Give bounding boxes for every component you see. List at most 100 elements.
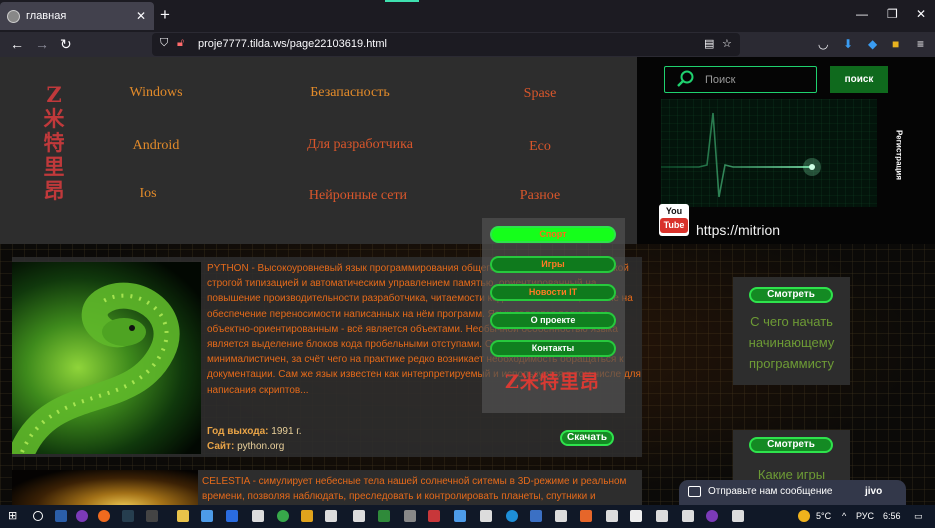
app-icon[interactable] <box>301 510 313 522</box>
word-icon[interactable] <box>226 510 238 522</box>
browser-tab-bar: главная ✕ + — ❐ ✕ <box>0 0 935 32</box>
notifications-icon[interactable]: ▭ <box>914 511 923 522</box>
menu-item-about[interactable]: О проекте <box>490 312 616 329</box>
nav-space[interactable]: Spase <box>500 86 580 102</box>
right-panel: поиск Регистрация You Tube <box>637 57 935 244</box>
vk-icon[interactable] <box>530 510 542 522</box>
pocket-icon[interactable]: ◡ <box>818 37 828 51</box>
site-header: Z米特里昂 Windows Безапасность Spase Android… <box>0 57 637 244</box>
registration-link[interactable]: Регистрация <box>891 125 907 185</box>
reload-icon[interactable]: ↻ <box>60 36 72 52</box>
download-icon[interactable]: ⬇ <box>843 37 853 51</box>
nav-ios[interactable]: Ios <box>112 186 184 202</box>
nav-windows[interactable]: Windows <box>112 85 200 101</box>
youtube-logo-icon[interactable]: You Tube <box>659 204 689 236</box>
nav-android[interactable]: Android <box>112 138 200 154</box>
side-card-title[interactable]: С чего начать начинающему программисту <box>733 311 850 374</box>
app-icon[interactable] <box>580 510 592 522</box>
browser-nav-bar: ← → ↻ ⛉ 🔓︎ proje7777.tilda.ws/page221036… <box>0 32 935 57</box>
tray-chevron-icon[interactable]: ^ <box>842 511 846 521</box>
menu-item-it-news[interactable]: Новости IT <box>490 284 616 301</box>
dropdown-logo: Z米特里昂 <box>505 371 600 393</box>
new-tab-button[interactable]: + <box>160 6 170 24</box>
browser-icon[interactable] <box>706 510 718 522</box>
clock[interactable]: 6:56 <box>883 511 901 521</box>
site-logo[interactable]: Z米特里昂 <box>38 83 70 203</box>
skype-icon[interactable] <box>506 510 518 522</box>
python-snake-image <box>12 262 201 454</box>
app-icon[interactable] <box>428 510 440 522</box>
reader-view-icon[interactable]: ▤ <box>704 37 714 50</box>
article-card-celestia: CELESTIA - симулирует небесные тела наше… <box>12 470 642 505</box>
file-icon[interactable] <box>555 510 567 522</box>
chrome-icon[interactable] <box>277 510 289 522</box>
nav-misc[interactable]: Разное <box>500 188 580 204</box>
windows-start-icon[interactable]: ⊞ <box>8 509 20 522</box>
search-box[interactable] <box>664 66 817 93</box>
watch-button[interactable]: Смотреть <box>749 287 833 303</box>
tilda-favicon-icon <box>7 9 20 23</box>
firefox-icon[interactable] <box>98 510 110 522</box>
menu-item-contacts[interactable]: Контакты <box>490 340 616 357</box>
file-icon[interactable] <box>656 510 668 522</box>
search-input[interactable] <box>705 70 810 89</box>
nav-eco[interactable]: Eco <box>500 139 580 155</box>
web-page: Z米特里昂 Windows Безапасность Spase Android… <box>0 57 935 505</box>
file-icon[interactable] <box>353 510 365 522</box>
download-button[interactable]: Скачать <box>560 430 614 446</box>
lock-insecure-icon[interactable]: 🔓︎ <box>177 37 184 50</box>
jivo-chat-widget[interactable]: Отправьте нам сообщение jivo <box>679 480 906 505</box>
app-icon[interactable] <box>454 510 466 522</box>
weather-temp[interactable]: 5°C <box>816 511 831 521</box>
close-window-button[interactable]: ✕ <box>916 7 926 21</box>
address-bar[interactable]: ⛉ 🔓︎ proje7777.tilda.ws/page22103619.htm… <box>152 33 740 56</box>
menu-icon[interactable]: ≡ <box>917 37 924 51</box>
menu-item-sport[interactable]: Спорт <box>490 226 616 243</box>
extension-bird-icon[interactable]: ◆ <box>868 37 877 51</box>
app-icon[interactable] <box>630 510 642 522</box>
youtube-link[interactable]: https://mitrion <box>696 222 780 238</box>
menu-item-games[interactable]: Игры <box>490 256 616 273</box>
nav-neural-networks[interactable]: Нейронные сети <box>290 188 426 204</box>
watch-button[interactable]: Смотреть <box>749 437 833 453</box>
excel-icon[interactable] <box>378 510 390 522</box>
search-icon[interactable] <box>33 511 43 521</box>
extension-flag-icon[interactable]: ■ <box>892 37 899 51</box>
maximize-button[interactable]: ❐ <box>887 7 898 21</box>
folder-icon[interactable] <box>177 510 189 522</box>
file-icon[interactable] <box>325 510 337 522</box>
nav-security[interactable]: Безапасность <box>290 85 410 101</box>
dropdown-menu: Спорт Игры Новости IT О проекте Контакты… <box>482 218 625 413</box>
app-icon[interactable] <box>404 510 416 522</box>
bookmark-star-icon[interactable]: ☆ <box>722 37 732 50</box>
document-icon[interactable] <box>252 510 264 522</box>
file-icon[interactable] <box>606 510 618 522</box>
heartbeat-monitor-image <box>661 99 877 207</box>
tor-browser-icon[interactable] <box>76 510 88 522</box>
url-text[interactable]: proje7777.tilda.ws/page22103619.html <box>198 38 387 50</box>
nav-developer[interactable]: Для разработчика <box>285 137 435 153</box>
browser-tab[interactable]: главная ✕ <box>0 2 154 30</box>
python-site: Сайт: python.org <box>207 441 285 452</box>
tab-close-icon[interactable]: ✕ <box>136 9 146 23</box>
tab-title: главная <box>26 10 67 22</box>
terminal-icon[interactable] <box>122 510 134 522</box>
forward-arrow-icon[interactable]: → <box>35 36 49 52</box>
store-icon[interactable] <box>201 510 213 522</box>
console-icon[interactable] <box>146 510 158 522</box>
search-button[interactable]: поиск <box>830 66 888 93</box>
side-card-beginner: Смотреть С чего начать начинающему прогр… <box>733 277 850 385</box>
minimize-button[interactable]: — <box>856 7 868 21</box>
file-icon[interactable] <box>732 510 744 522</box>
celestia-description: CELESTIA - симулирует небесные тела наше… <box>202 476 627 502</box>
weather-sun-icon[interactable] <box>798 510 810 522</box>
input-language[interactable]: РУС <box>856 511 874 521</box>
task-view-icon[interactable] <box>55 510 67 522</box>
shield-icon[interactable]: ⛉ <box>160 37 168 50</box>
tab-strip-accent <box>385 0 419 2</box>
file-icon[interactable] <box>480 510 492 522</box>
file-icon[interactable] <box>682 510 694 522</box>
back-arrow-icon[interactable]: ← <box>10 36 24 52</box>
release-year: Год выхода: 1991 г. <box>207 426 302 437</box>
chat-label[interactable]: Отправьте нам сообщение <box>708 486 833 497</box>
